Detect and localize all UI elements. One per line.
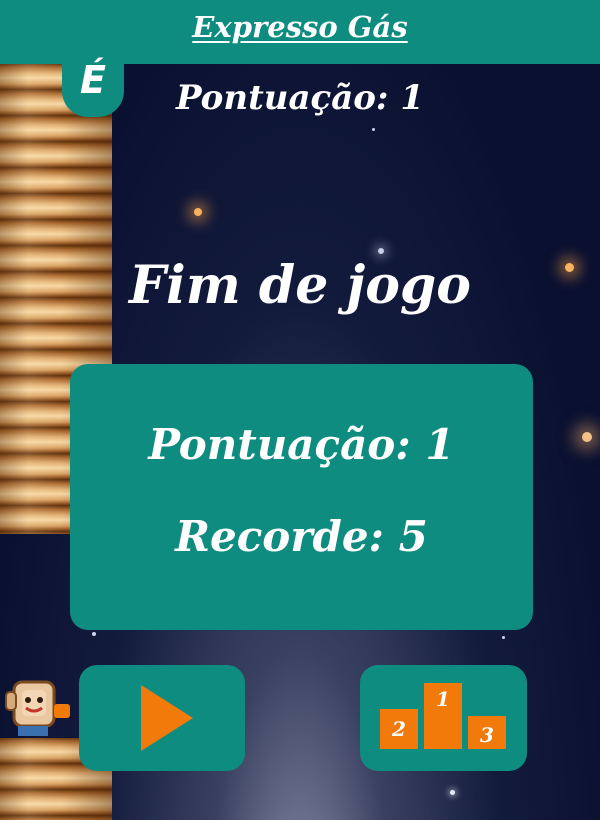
- final-score: Pontuação: 1: [148, 420, 455, 469]
- app-title: Expresso Gás: [192, 10, 408, 44]
- glow-star: [582, 432, 592, 442]
- hud-score: Pontuação: 1: [176, 78, 424, 118]
- podium-place-1: 1: [436, 687, 450, 711]
- podium-icon: 2 1 3: [380, 683, 506, 749]
- small-star: [450, 790, 455, 795]
- logo-icon: É: [80, 58, 106, 102]
- podium-place-2: 2: [392, 717, 406, 741]
- leaderboard-button[interactable]: 2 1 3: [360, 665, 527, 771]
- high-score: Recorde: 5: [175, 512, 428, 561]
- small-star: [372, 128, 375, 131]
- game-over-title: Fim de jogo: [129, 255, 471, 316]
- small-star: [502, 636, 505, 639]
- small-star: [92, 632, 96, 636]
- results-panel: Pontuação: 1 Recorde: 5: [70, 364, 533, 630]
- glow-star: [194, 208, 202, 216]
- play-icon: [141, 685, 193, 751]
- player-character: [5, 680, 70, 736]
- podium-place-3: 3: [480, 723, 494, 747]
- play-again-button[interactable]: [79, 665, 245, 771]
- glow-star: [378, 248, 384, 254]
